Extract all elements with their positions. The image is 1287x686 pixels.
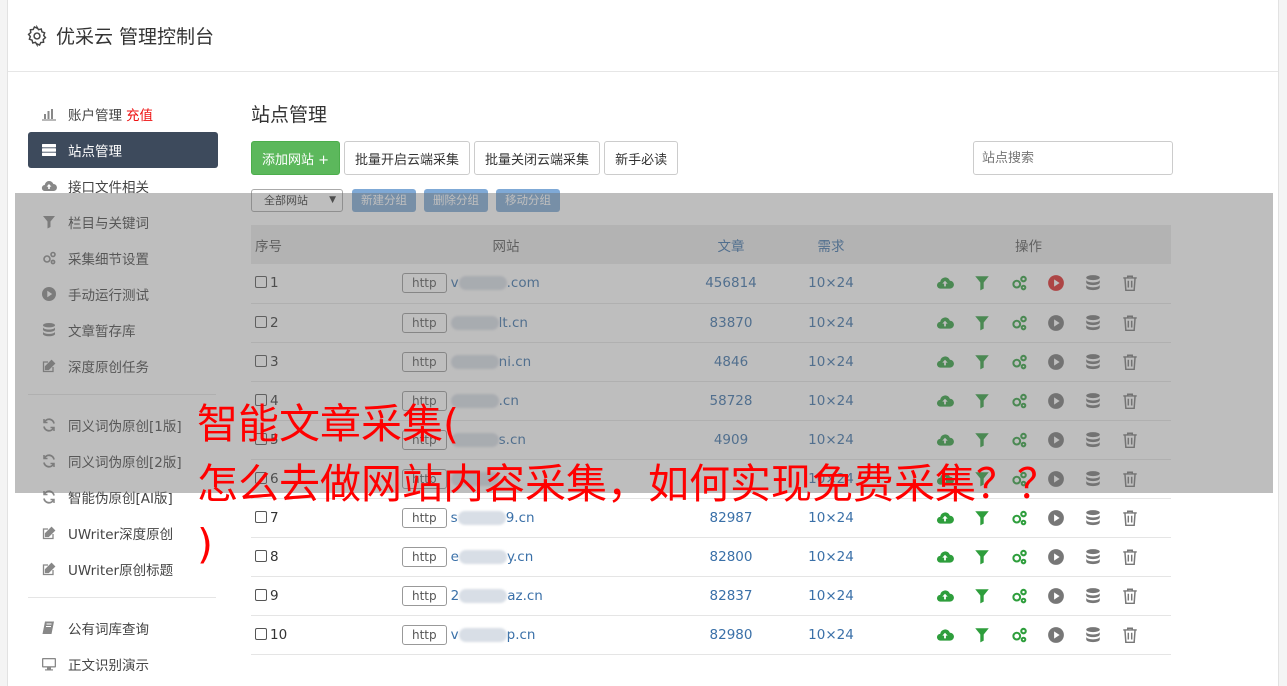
database-icon[interactable]: [1084, 509, 1102, 527]
sidebar-item-label: UWriter原创标题: [68, 563, 174, 579]
row-number: 10: [270, 626, 288, 643]
caption-line-1: 智能文章采集(: [197, 400, 459, 448]
table-row: 10 http v p.cn 82980 10×24: [251, 615, 1171, 654]
trash-icon[interactable]: [1121, 626, 1139, 644]
gears-icon[interactable]: [1010, 626, 1028, 644]
caption-line-3: ): [197, 520, 213, 568]
protocol-tag: http: [402, 585, 447, 606]
site-prefix: v: [450, 626, 459, 643]
header: 优采云 管理控制台: [8, 0, 1278, 72]
play-circle-icon[interactable]: [1047, 587, 1065, 605]
book-icon: [40, 619, 58, 637]
site-prefix: 2: [450, 587, 460, 604]
overlay-caption: 智能文章采集( 怎么去做网站内容采集，如何实现免费采集？？ ): [197, 394, 1058, 574]
site-link[interactable]: 2 az.cn: [451, 588, 543, 604]
redacted-mark: [459, 588, 508, 603]
row-actions: [936, 626, 1171, 644]
site-suffix: az.cn: [507, 587, 543, 604]
gears-icon[interactable]: [1010, 587, 1028, 605]
batch-disable-cloud-button[interactable]: 批量关闭云端采集: [474, 141, 601, 175]
server-icon: [40, 141, 58, 159]
protocol-tag: http: [402, 624, 447, 645]
row-actions: [936, 587, 1171, 605]
filter-icon[interactable]: [973, 587, 991, 605]
sidebar-item[interactable]: UWriter原创标题: [28, 551, 218, 587]
toolbar: 添加网站 + 批量开启云端采集 批量关闭云端采集 新手必读: [251, 141, 1181, 175]
table-row: 9 http 2 az.cn 82837 10×24: [251, 576, 1171, 615]
edit-icon: [40, 560, 58, 578]
row-checkbox[interactable]: [255, 588, 267, 601]
article-count[interactable]: 82837: [710, 588, 753, 604]
monitor-icon: [40, 655, 58, 673]
caption-line-2: 怎么去做网站内容采集，如何实现免费采集？？: [197, 460, 1058, 508]
play-circle-icon[interactable]: [1047, 626, 1065, 644]
gear-icon: [27, 24, 47, 47]
sidebar-item-label: 正文识别演示: [68, 658, 149, 674]
article-count[interactable]: 82980: [710, 627, 753, 643]
cloud-upload-icon[interactable]: [936, 626, 954, 644]
filter-icon[interactable]: [973, 626, 991, 644]
sidebar-divider: [28, 597, 216, 598]
sidebar-item[interactable]: 公有词库查询: [28, 610, 218, 646]
sidebar-item[interactable]: 正文识别演示: [28, 646, 218, 682]
sidebar-item-label: UWriter深度原创: [68, 527, 174, 543]
sidebar-item-label: 站点管理: [68, 144, 122, 160]
demand-value[interactable]: 10×24: [808, 588, 854, 604]
database-icon[interactable]: [1084, 587, 1102, 605]
sidebar-item-label: 账户管理: [68, 108, 122, 124]
batch-enable-cloud-button[interactable]: 批量开启云端采集: [344, 141, 471, 175]
sidebar-item-label: 公有词库查询: [68, 622, 149, 638]
site-link[interactable]: v p.cn: [451, 627, 536, 643]
page-title: 站点管理: [251, 104, 328, 126]
redacted-mark: [458, 627, 507, 642]
database-icon[interactable]: [1084, 626, 1102, 644]
row-number: 9: [270, 587, 279, 604]
site-suffix: p.cn: [506, 626, 536, 643]
bar-chart-icon: [40, 105, 58, 123]
sidebar-item[interactable]: 站点管理: [28, 132, 218, 168]
sidebar-item[interactable]: 账户管理 充值: [28, 96, 218, 132]
add-site-button[interactable]: 添加网站 +: [251, 141, 341, 175]
app-title: 优采云 管理控制台: [56, 26, 215, 48]
trash-icon[interactable]: [1121, 548, 1139, 566]
beginner-guide-button[interactable]: 新手必读: [604, 141, 679, 175]
edit-icon: [40, 524, 58, 542]
recharge-link[interactable]: 充值: [126, 104, 153, 124]
sidebar-item[interactable]: UWriter深度原创: [28, 515, 218, 551]
demand-value[interactable]: 10×24: [808, 627, 854, 643]
row-checkbox[interactable]: [255, 627, 267, 640]
cloud-upload-icon[interactable]: [936, 587, 954, 605]
trash-icon[interactable]: [1121, 509, 1139, 527]
site-search-input[interactable]: [973, 141, 1173, 175]
database-icon[interactable]: [1084, 548, 1102, 566]
trash-icon[interactable]: [1121, 587, 1139, 605]
